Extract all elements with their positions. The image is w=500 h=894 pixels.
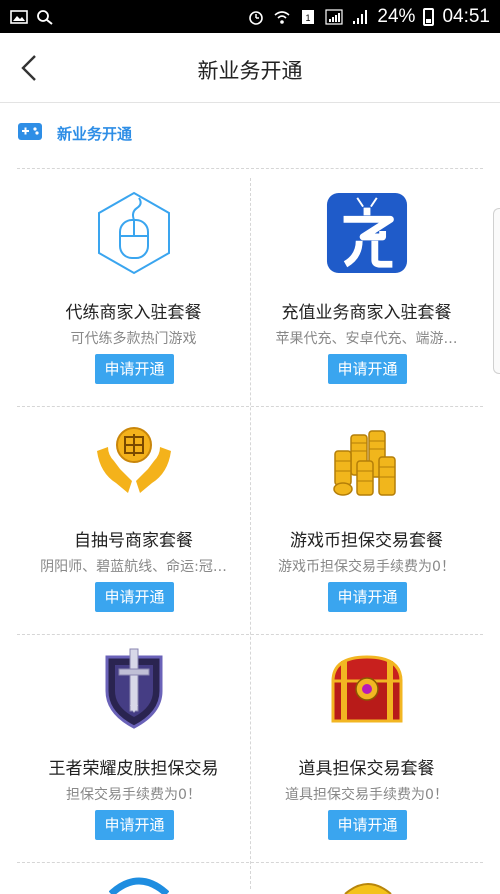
sword-shield-icon xyxy=(93,644,175,734)
card-subtitle: 道具担保交易手续费为0！ xyxy=(285,787,448,803)
card-title: 游戏币担保交易套餐 xyxy=(290,531,443,551)
section-header: 新业务开通 xyxy=(0,104,500,169)
status-bar: 1 24% 04:51 xyxy=(0,0,500,33)
refresh-arrow-icon xyxy=(109,877,169,894)
treasure-chest-icon xyxy=(326,644,408,734)
service-card-game-coins: 游戏币担保交易套餐 游戏币担保交易手续费为0！ 申请开通 xyxy=(250,406,483,634)
clock: 04:51 xyxy=(442,5,490,27)
wifi-icon xyxy=(274,10,290,24)
gallery-icon xyxy=(10,9,28,24)
apply-button[interactable]: 申请开通 xyxy=(328,582,407,612)
page-title: 新业务开通 xyxy=(197,59,303,83)
nav-bar: 新业务开通 xyxy=(0,33,500,103)
card-subtitle: 可代练多款热门游戏 xyxy=(70,331,197,347)
coin-stack-icon xyxy=(326,416,408,506)
recharge-app-icon xyxy=(326,188,408,278)
apply-button[interactable]: 申请开通 xyxy=(328,810,407,840)
signal-icon xyxy=(325,8,344,25)
apply-button[interactable]: 申请开通 xyxy=(95,810,174,840)
service-card-boosting: 代练商家入驻套餐 可代练多款热门游戏 申请开通 xyxy=(17,178,250,406)
card-subtitle: 苹果代充、安卓代充、端游… xyxy=(275,331,458,347)
section-divider xyxy=(17,168,483,169)
status-left xyxy=(10,9,54,25)
apply-button[interactable]: 申请开通 xyxy=(95,354,174,384)
card-title: 代练商家入驻套餐 xyxy=(65,303,202,323)
card-title: 道具担保交易套餐 xyxy=(298,759,435,779)
svg-text:1: 1 xyxy=(306,13,311,23)
service-card-self-draw: 自抽号商家套餐 阴阳师、碧蓝航线、命运:冠… 申请开通 xyxy=(17,406,250,634)
card-subtitle: 阴阳师、碧蓝航线、命运:冠… xyxy=(40,559,227,575)
card-subtitle: 游戏币担保交易手续费为0！ xyxy=(278,559,455,575)
side-drawer-handle[interactable] xyxy=(493,208,500,374)
gamepad-icon xyxy=(18,123,42,140)
service-card-skin-trade: 王者荣耀皮肤担保交易 担保交易手续费为0！ 申请开通 xyxy=(17,634,250,862)
battery-icon xyxy=(423,7,435,26)
signal-bars-icon xyxy=(353,9,368,24)
alarm-icon xyxy=(249,10,264,25)
card-subtitle: 担保交易手续费为0！ xyxy=(66,787,201,803)
card-title: 充值业务商家入驻套餐 xyxy=(281,303,452,323)
apply-button[interactable]: 申请开通 xyxy=(95,582,174,612)
service-card-item-trade: 道具担保交易套餐 道具担保交易手续费为0！ 申请开通 xyxy=(250,634,483,862)
search-icon xyxy=(37,9,53,25)
card-title: 王者荣耀皮肤担保交易 xyxy=(48,759,219,779)
grid-row-divider xyxy=(17,862,483,863)
gold-coin-icon xyxy=(344,883,392,894)
service-card-recharge: 充值业务商家入驻套餐 苹果代充、安卓代充、端游… 申请开通 xyxy=(250,178,483,406)
apply-button[interactable]: 申请开通 xyxy=(328,354,407,384)
battery-percent: 24% xyxy=(377,5,416,27)
status-right: 1 24% 04:51 xyxy=(247,6,490,28)
sim-icon: 1 xyxy=(302,9,315,24)
mouse-hexagon-icon xyxy=(93,188,175,278)
card-title: 自抽号商家套餐 xyxy=(74,531,193,551)
hands-coin-icon xyxy=(93,416,175,506)
section-title: 新业务开通 xyxy=(57,125,133,143)
